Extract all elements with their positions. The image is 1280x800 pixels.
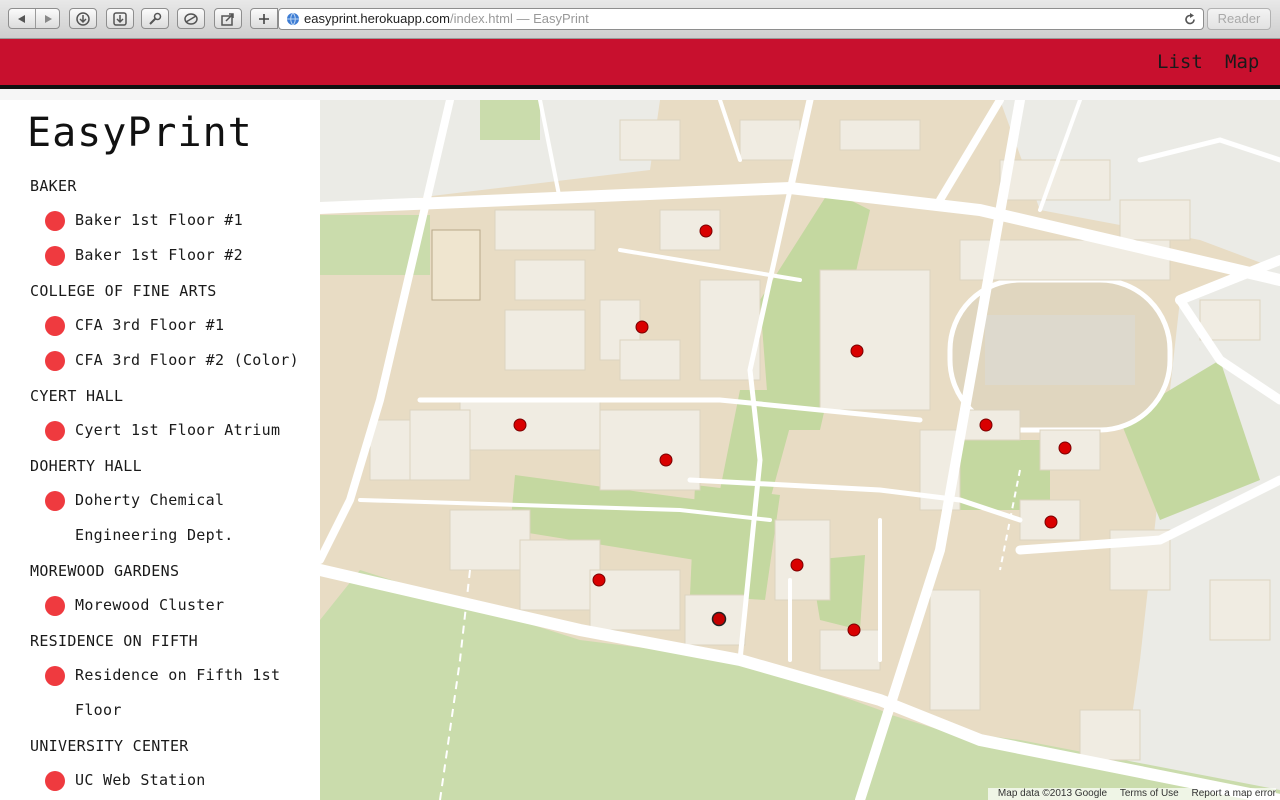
nav-map-link[interactable]: Map: [1225, 39, 1259, 85]
map-marker[interactable]: [1058, 441, 1072, 455]
printer-dot-icon: [45, 421, 65, 441]
bookmarks-icon[interactable]: [177, 8, 205, 29]
printer-label: Morewood Cluster: [75, 596, 225, 614]
download-icon[interactable]: [106, 8, 134, 29]
printer-dot-icon: [45, 771, 65, 791]
printer-dot-icon: [45, 351, 65, 371]
app-header: [0, 39, 1280, 85]
nav-list-link[interactable]: List: [1157, 39, 1203, 85]
downloads-icon[interactable]: [69, 8, 97, 29]
group-title: RESIDENCE ON FIFTH: [30, 632, 198, 650]
share-icon[interactable]: [214, 8, 242, 29]
group-title: UNIVERSITY CENTER: [30, 737, 189, 755]
globe-icon: [286, 12, 300, 32]
campus-map[interactable]: Map data ©2013 Google Terms of Use Repor…: [320, 100, 1280, 800]
map-canvas: [320, 100, 1280, 800]
forward-icon[interactable]: [35, 9, 61, 28]
printer-dot-icon: [45, 316, 65, 336]
printer-label: Residence on Fifth 1st Floor: [75, 666, 281, 719]
report-map-error-link[interactable]: Report a map error: [1192, 788, 1276, 799]
printer-label: CFA 3rd Floor #1: [75, 316, 225, 334]
map-marker[interactable]: [635, 320, 649, 334]
map-marker[interactable]: [790, 558, 804, 572]
back-forward-buttons: [8, 8, 60, 29]
printer-label: CFA 3rd Floor #2 (Color): [75, 351, 299, 369]
app-title: EasyPrint: [27, 110, 253, 156]
printer-dot-icon: [45, 491, 65, 511]
group-title: BAKER: [30, 177, 77, 195]
map-marker[interactable]: [592, 573, 606, 587]
map-marker[interactable]: [979, 418, 993, 432]
map-marker[interactable]: [699, 224, 713, 238]
reload-icon[interactable]: [1184, 12, 1196, 32]
group-title: CYERT HALL: [30, 387, 124, 405]
printer-label: Baker 1st Floor #2: [75, 246, 243, 264]
printer-label: Doherty Chemical Engineering Dept.: [75, 491, 234, 544]
map-attribution: Map data ©2013 Google Terms of Use Repor…: [987, 788, 1276, 800]
group-title: COLLEGE OF FINE ARTS: [30, 282, 217, 300]
group-title: MOREWOOD GARDENS: [30, 562, 180, 580]
address-bar[interactable]: easyprint.herokuapp.com/index.html — Eas…: [278, 8, 1204, 30]
printer-label: UC Web Station: [75, 771, 206, 789]
group-title: DOHERTY HALL: [30, 457, 142, 475]
map-marker-selected[interactable]: [711, 611, 727, 627]
map-marker[interactable]: [1044, 515, 1058, 529]
printer-dot-icon: [45, 596, 65, 616]
browser-toolbar: easyprint.herokuapp.com/index.html — Eas…: [0, 0, 1280, 39]
map-data-credit: Map data ©2013 Google: [997, 788, 1108, 799]
url-text: easyprint.herokuapp.com/index.html — Eas…: [304, 11, 589, 26]
map-marker[interactable]: [659, 453, 673, 467]
map-marker[interactable]: [513, 418, 527, 432]
printer-dot-icon: [45, 246, 65, 266]
back-icon[interactable]: [9, 9, 35, 28]
map-marker[interactable]: [850, 344, 864, 358]
header-spacer: [0, 89, 1280, 100]
reader-button[interactable]: Reader: [1207, 8, 1271, 30]
printer-label: Cyert 1st Floor Atrium: [75, 421, 281, 439]
new-tab-icon[interactable]: [250, 8, 278, 29]
printer-label: Baker 1st Floor #1: [75, 211, 243, 229]
wrench-icon[interactable]: [141, 8, 169, 29]
map-marker[interactable]: [847, 623, 861, 637]
terms-of-use-link[interactable]: Terms of Use: [1120, 788, 1179, 799]
printer-dot-icon: [45, 211, 65, 231]
printer-dot-icon: [45, 666, 65, 686]
